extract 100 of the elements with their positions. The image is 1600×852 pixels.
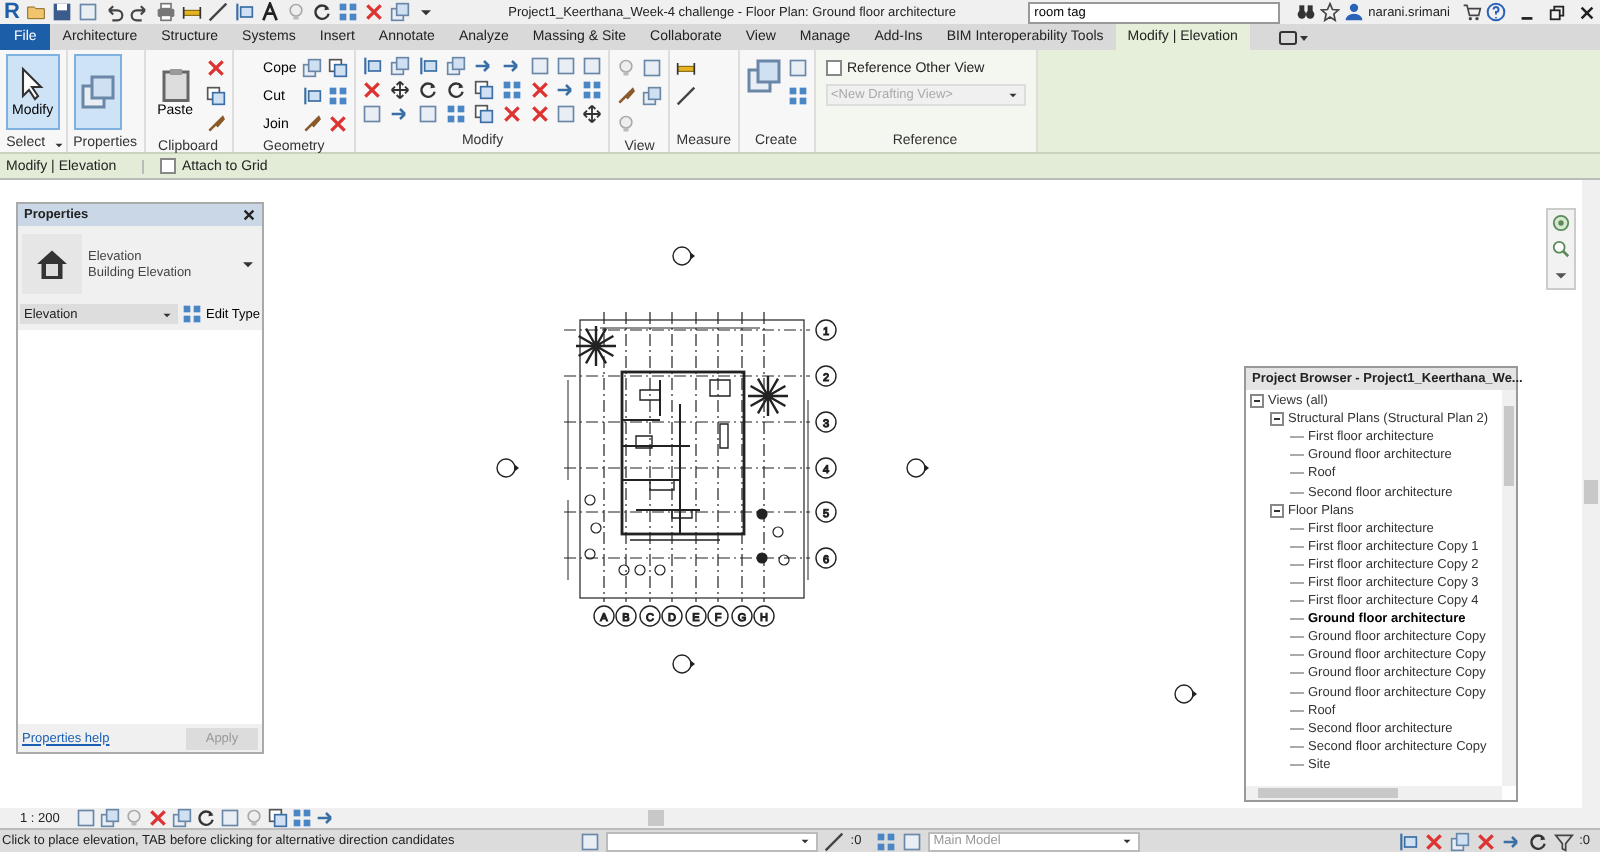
grid-icon [446, 104, 467, 124]
caret-icon [1005, 88, 1019, 102]
star-icon [1320, 2, 1341, 22]
bulb-icon [616, 58, 637, 78]
elevation-marker-icon[interactable] [496, 458, 519, 478]
grid-icon [875, 831, 896, 851]
layers-icon [390, 56, 411, 76]
steering-wheel-icon[interactable] [1552, 214, 1570, 232]
brush-icon [205, 114, 226, 134]
copy-icon [328, 58, 349, 78]
square-icon [530, 56, 551, 76]
layers-icon [302, 58, 323, 78]
x-icon [205, 58, 226, 78]
grid-icon [328, 86, 349, 106]
move-arrows-icon [390, 80, 411, 100]
horizontal-scrollbar[interactable] [1246, 786, 1502, 800]
house-icon [34, 246, 70, 282]
help-icon [1486, 2, 1506, 22]
text-icon [260, 2, 280, 22]
square-icon [580, 831, 601, 851]
vertical-scrollbar[interactable] [1582, 180, 1600, 808]
ruler-icon [182, 2, 202, 22]
x-icon [530, 80, 551, 100]
x-icon [364, 2, 384, 22]
layers-icon [1449, 831, 1470, 851]
app-logo[interactable]: R [4, 0, 22, 24]
binoculars-icon [1296, 2, 1317, 22]
caret-icon [798, 834, 813, 848]
zoom-icon[interactable] [1552, 240, 1570, 258]
layers-icon [745, 58, 781, 94]
copy-icon [474, 80, 495, 100]
ruler-icon [676, 58, 697, 78]
brush-icon [616, 86, 637, 106]
caret-icon [1119, 834, 1134, 848]
x-icon [530, 104, 551, 124]
square-icon [362, 104, 383, 124]
rotate-icon [446, 80, 467, 100]
move-arrows-icon [582, 104, 603, 124]
printer-icon [156, 2, 176, 22]
x-icon [1423, 831, 1444, 851]
rotate-icon [196, 808, 216, 828]
layers-icon [642, 86, 663, 106]
x-icon [148, 808, 168, 828]
elevation-marker-icon[interactable] [906, 458, 929, 478]
arrow-icon [1501, 831, 1522, 851]
clipboard-icon [157, 66, 194, 102]
user-icon [1344, 2, 1365, 22]
close-icon[interactable] [242, 208, 256, 222]
brush-icon [302, 114, 323, 134]
arrow-icon [390, 104, 411, 124]
square-icon [787, 58, 807, 78]
rotate-icon [312, 2, 332, 22]
arrow-icon [556, 80, 577, 100]
square-icon [556, 56, 577, 76]
x-icon [362, 80, 383, 100]
panel-toggle-icon[interactable] [1277, 29, 1310, 45]
arrow-icon [316, 808, 336, 828]
x-icon [328, 114, 349, 134]
square-icon [642, 58, 663, 78]
square-icon [556, 104, 577, 124]
undo-icon [104, 2, 124, 22]
elevation-marker-icon[interactable] [1174, 684, 1197, 704]
square-icon [582, 56, 603, 76]
layers-icon [79, 74, 116, 110]
align-icon [234, 2, 254, 22]
arrow-icon [474, 56, 495, 76]
line-icon [676, 86, 697, 106]
layers-icon [446, 56, 467, 76]
rotate-icon [1527, 831, 1548, 851]
restore-icon[interactable] [1548, 3, 1566, 21]
elevation-marker-icon[interactable] [672, 246, 695, 266]
grid-icon [787, 86, 807, 106]
collapse-icon[interactable] [1270, 503, 1284, 518]
grid-icon [292, 808, 312, 828]
copy-icon [205, 86, 226, 106]
filter-icon[interactable] [1553, 831, 1574, 851]
cart-icon [1462, 2, 1482, 22]
grid-icon [182, 304, 203, 324]
align-icon [418, 56, 439, 76]
redo-icon [130, 2, 150, 22]
elevation-marker-icon[interactable] [672, 654, 695, 674]
align-icon [362, 56, 383, 76]
rotate-icon [418, 80, 439, 100]
align-icon [302, 86, 323, 106]
vertical-scrollbar[interactable] [1502, 390, 1516, 786]
grid-icon [502, 80, 523, 100]
arrow-icon [502, 56, 523, 76]
bulb-icon [616, 114, 637, 134]
square-icon [418, 104, 439, 124]
copy-icon [474, 104, 495, 124]
collapse-icon[interactable] [1270, 412, 1284, 427]
line-icon [824, 831, 845, 851]
properties-button[interactable] [73, 54, 122, 130]
line-icon [208, 2, 228, 22]
align-icon [1397, 831, 1418, 851]
x-icon [1475, 831, 1496, 851]
collapse-icon[interactable] [1250, 394, 1264, 409]
close-icon[interactable] [1578, 3, 1596, 21]
square-icon [901, 831, 922, 851]
grid-icon [338, 2, 358, 22]
